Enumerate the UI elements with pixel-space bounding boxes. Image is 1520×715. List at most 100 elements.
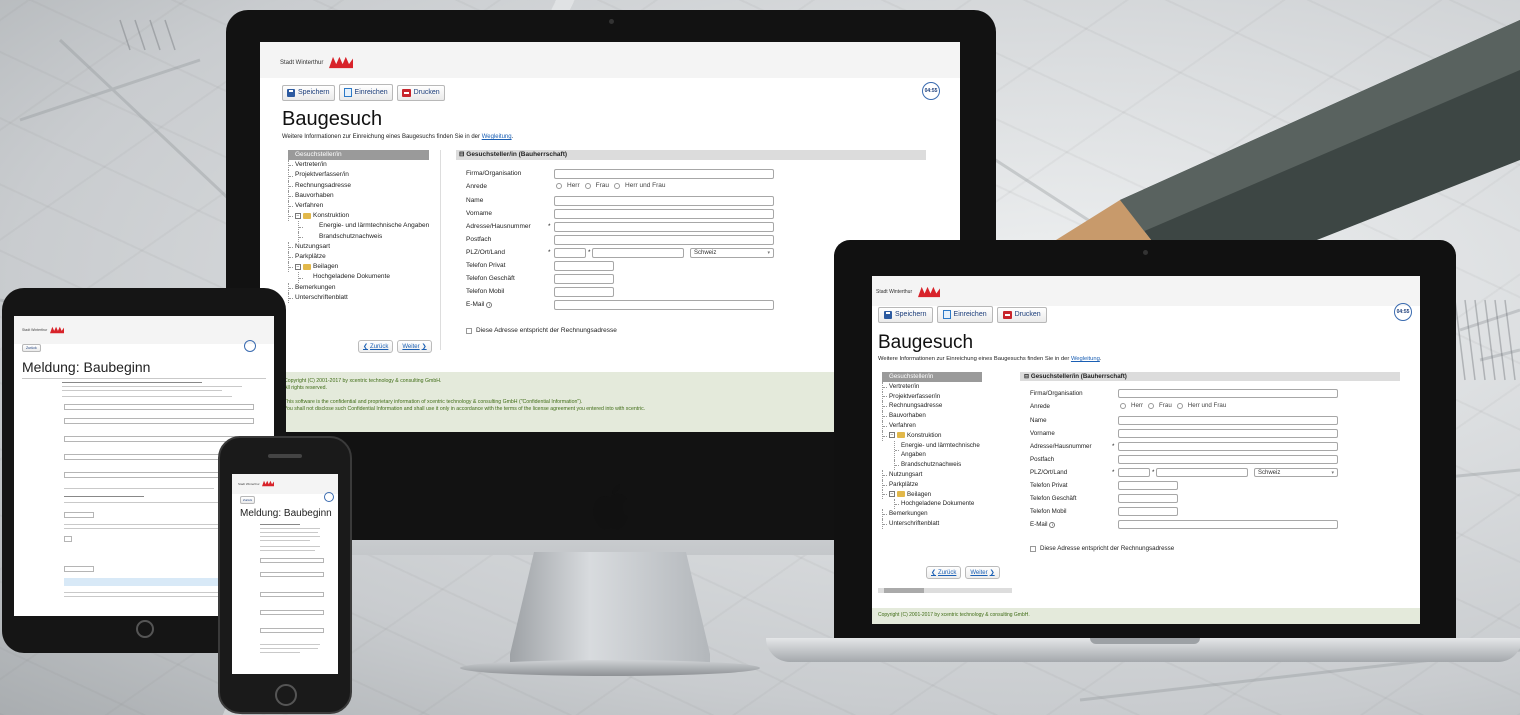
phone-private-input[interactable] — [1118, 481, 1178, 490]
company-input[interactable] — [1118, 389, 1338, 398]
pobox-input[interactable] — [554, 235, 774, 245]
guide-link[interactable]: Wegleitung — [1071, 356, 1100, 362]
phone-private-input[interactable] — [554, 261, 614, 271]
tree-item-procedure[interactable]: Verfahren — [288, 201, 429, 212]
country-select[interactable]: Schweiz ▾ — [1254, 468, 1338, 477]
name-input[interactable] — [554, 196, 774, 206]
radio-mrs[interactable] — [584, 182, 591, 189]
tree-item-billing[interactable]: Rechnungsadresse — [288, 180, 429, 191]
tree-item-procedure[interactable]: Verfahren — [882, 420, 982, 431]
email-input[interactable] — [554, 300, 774, 310]
tree-item-signature[interactable]: Unterschriftenblatt — [288, 292, 429, 304]
tree-item-remarks[interactable]: Bemerkungen — [288, 282, 429, 293]
address-input[interactable] — [554, 222, 774, 232]
field-box[interactable] — [64, 512, 94, 518]
tree-item-planner[interactable]: Projektverfasser/in — [288, 170, 429, 181]
tree-item-signature[interactable]: Unterschriftenblatt — [882, 518, 982, 529]
field-box[interactable] — [64, 536, 72, 542]
save-button[interactable]: Speichern — [282, 84, 335, 101]
tree-item-attachments[interactable]: − Beilagen — [882, 489, 982, 500]
phone-business-input[interactable] — [554, 274, 614, 284]
collapse-icon[interactable]: − — [889, 432, 895, 439]
pobox-input[interactable] — [1118, 455, 1338, 464]
tree-item-billing[interactable]: Rechnungsadresse — [882, 401, 982, 412]
firstname-input[interactable] — [554, 209, 774, 219]
city-input[interactable] — [592, 248, 684, 258]
radio-both[interactable] — [1176, 402, 1183, 409]
same-address-checkbox[interactable] — [466, 327, 472, 334]
info-icon[interactable]: i — [486, 302, 493, 308]
radio-mrs[interactable] — [1148, 402, 1155, 409]
radio-mr[interactable] — [556, 182, 562, 189]
back-button[interactable]: Zurück — [240, 496, 256, 504]
phone-business-input[interactable] — [1118, 494, 1178, 503]
label-address: Adresse/Hausnummer — [1030, 443, 1092, 450]
laptop-camera — [1143, 250, 1148, 255]
save-button[interactable]: Speichern — [878, 306, 933, 323]
submit-button[interactable]: Einreichen — [338, 84, 393, 101]
tree-item-representative[interactable]: Vertreter/in — [882, 381, 982, 392]
zip-input[interactable] — [554, 248, 586, 258]
tree-item-representative[interactable]: Vertreter/in — [288, 160, 429, 171]
field-box[interactable] — [260, 628, 324, 633]
next-button[interactable]: Weiter ❯ — [965, 566, 1000, 579]
radio-mr[interactable] — [1120, 402, 1126, 409]
tree-item-attachments[interactable]: − Beilagen — [288, 262, 429, 273]
tree-item-usage[interactable]: Nutzungsart — [882, 469, 982, 480]
tree-item-construction[interactable]: − Konstruktion — [882, 430, 982, 441]
tree-item-parking[interactable]: Parkplätze — [882, 479, 982, 490]
zip-input[interactable] — [1118, 468, 1150, 477]
phone-mobile-input[interactable] — [554, 287, 614, 297]
tree-item-energy[interactable]: Energie- und lärmtechnische Angaben — [894, 440, 982, 461]
country-select[interactable]: Schweiz ▾ — [690, 248, 774, 258]
collapse-icon[interactable]: − — [295, 263, 301, 270]
print-button[interactable]: Drucken — [996, 306, 1047, 323]
submit-icon — [343, 88, 352, 97]
back-button[interactable]: ❮ Zurück — [358, 340, 394, 353]
tree-item-parking[interactable]: Parkplätze — [288, 252, 429, 263]
tree-item-construction[interactable]: − Konstruktion — [288, 211, 429, 222]
submit-icon — [942, 310, 951, 319]
address-input[interactable] — [1118, 442, 1338, 451]
submit-button[interactable]: Einreichen — [936, 306, 993, 323]
info-icon[interactable]: i — [1049, 522, 1056, 528]
field-box[interactable] — [64, 418, 254, 424]
tree-item-applicant[interactable]: Gesuchsteller/in — [288, 150, 430, 161]
back-button[interactable]: ❮ Zurück — [926, 566, 962, 579]
tree-item-project[interactable]: Bauvorhaben — [882, 411, 982, 421]
intro-text: Weitere Informationen zur Einreichung ei… — [878, 356, 1102, 362]
print-button[interactable]: Drucken — [396, 84, 445, 101]
email-input[interactable] — [1118, 520, 1338, 529]
collapse-icon[interactable]: − — [889, 490, 895, 497]
field-box[interactable] — [64, 566, 94, 572]
tree-item-uploaded[interactable]: Hochgeladene Dokumente — [298, 272, 429, 283]
tree-item-applicant[interactable]: Gesuchsteller/in — [882, 372, 982, 382]
tree-item-usage[interactable]: Nutzungsart — [288, 241, 429, 253]
tree-item-fire[interactable]: Brandschutznachweis — [894, 460, 982, 470]
tree-item-fire[interactable]: Brandschutznachweis — [298, 231, 429, 242]
guide-link[interactable]: Wegleitung — [482, 134, 512, 140]
tree-item-project[interactable]: Bauvorhaben — [288, 190, 429, 202]
field-box[interactable] — [260, 610, 324, 615]
field-box[interactable] — [260, 592, 324, 597]
field-box[interactable] — [260, 558, 324, 563]
label-zip-city-country: PLZ/Ort/Land — [466, 249, 506, 256]
field-box[interactable] — [260, 572, 324, 577]
back-button[interactable]: Zurück — [22, 344, 41, 352]
collapse-icon[interactable]: − — [295, 212, 301, 219]
radio-both[interactable] — [614, 182, 621, 189]
company-input[interactable] — [554, 169, 774, 179]
same-address-checkbox[interactable] — [1030, 545, 1036, 552]
horizontal-scrollbar[interactable] — [878, 588, 1012, 593]
phone-mobile-input[interactable] — [1118, 507, 1178, 516]
tree-item-remarks[interactable]: Bemerkungen — [882, 509, 982, 519]
city-input[interactable] — [1156, 468, 1248, 477]
name-input[interactable] — [1118, 416, 1338, 425]
field-box[interactable] — [64, 404, 254, 410]
tree-item-planner[interactable]: Projektverfasser/in — [882, 391, 982, 402]
text-line — [62, 390, 222, 391]
firstname-input[interactable] — [1118, 429, 1338, 438]
tree-item-uploaded[interactable]: Hochgeladene Dokumente — [894, 499, 982, 510]
tree-item-energy[interactable]: Energie- und lärmtechnische Angaben — [298, 221, 429, 232]
next-button[interactable]: Weiter ❯ — [397, 340, 432, 353]
